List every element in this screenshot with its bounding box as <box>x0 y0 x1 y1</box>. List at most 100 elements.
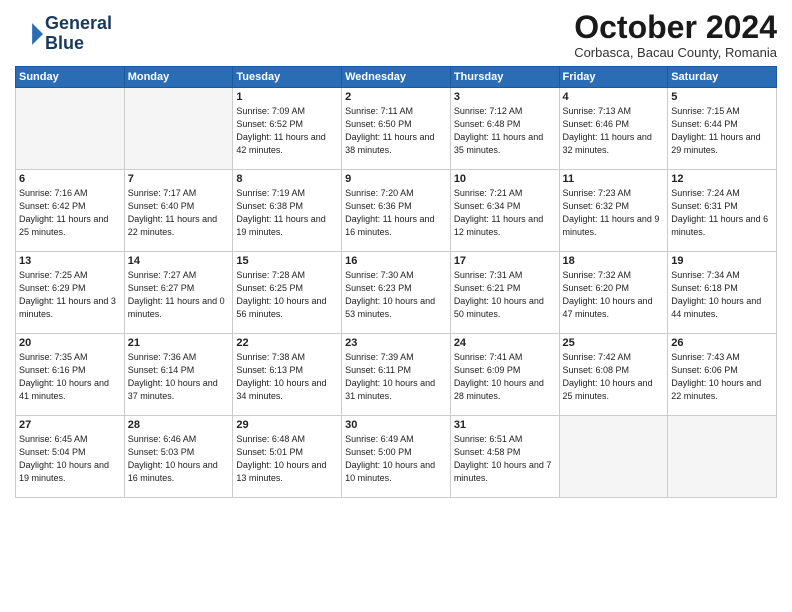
day-detail: Sunrise: 7:42 AMSunset: 6:08 PMDaylight:… <box>563 351 665 403</box>
calendar-week-row: 13Sunrise: 7:25 AMSunset: 6:29 PMDayligh… <box>16 252 777 334</box>
calendar-cell: 8 Sunrise: 7:19 AMSunset: 6:38 PMDaylight… <box>233 170 342 252</box>
day-number: 26 <box>671 337 773 349</box>
calendar-cell: 24 Sunrise: 7:41 AMSunset: 6:09 PMDayligh… <box>450 334 559 416</box>
calendar-cell: 3Sunrise: 7:12 AMSunset: 6:48 PMDaylight… <box>450 88 559 170</box>
day-detail: Sunrise: 7:34 AMSunset: 6:18 PMDaylight:… <box>671 269 773 321</box>
calendar-cell: 15Sunrise: 7:28 AMSunset: 6:25 PMDayligh… <box>233 252 342 334</box>
calendar-cell: 23 Sunrise: 7:39 AMSunset: 6:11 PMDayligh… <box>342 334 451 416</box>
calendar-cell: 12Sunrise: 7:24 AMSunset: 6:31 PMDayligh… <box>668 170 777 252</box>
calendar-cell: 4 Sunrise: 7:13 AMSunset: 6:46 PMDaylight… <box>559 88 668 170</box>
calendar-cell: 1 Sunrise: 7:09 AMSunset: 6:52 PMDaylight… <box>233 88 342 170</box>
calendar-cell: 26 Sunrise: 7:43 AMSunset: 6:06 PMDayligh… <box>668 334 777 416</box>
day-number: 7 <box>128 173 230 185</box>
day-detail: Sunrise: 7:36 AMSunset: 6:14 PMDaylight:… <box>128 351 230 403</box>
day-number: 31 <box>454 419 556 431</box>
day-detail: Sunrise: 7:23 AMSunset: 6:32 PMDaylight:… <box>563 187 665 239</box>
day-number: 18 <box>563 255 665 267</box>
day-detail: Sunrise: 7:43 AMSunset: 6:06 PMDaylight:… <box>671 351 773 403</box>
calendar-cell <box>668 416 777 498</box>
calendar-cell: 11 Sunrise: 7:23 AMSunset: 6:32 PMDayligh… <box>559 170 668 252</box>
calendar-cell <box>124 88 233 170</box>
day-detail: Sunrise: 6:49 AMSunset: 5:00 PMDaylight:… <box>345 433 447 485</box>
calendar-table: SundayMondayTuesdayWednesdayThursdayFrid… <box>15 66 777 498</box>
col-header-wednesday: Wednesday <box>342 67 451 88</box>
calendar-cell: 6 Sunrise: 7:16 AMSunset: 6:42 PMDaylight… <box>16 170 125 252</box>
day-number: 17 <box>454 255 556 267</box>
logo-line1: General <box>45 14 112 34</box>
calendar-header-row: SundayMondayTuesdayWednesdayThursdayFrid… <box>16 67 777 88</box>
day-detail: Sunrise: 7:13 AMSunset: 6:46 PMDaylight:… <box>563 105 665 157</box>
day-number: 23 <box>345 337 447 349</box>
calendar-cell: 20 Sunrise: 7:35 AMSunset: 6:16 PMDayligh… <box>16 334 125 416</box>
calendar-cell <box>559 416 668 498</box>
col-header-friday: Friday <box>559 67 668 88</box>
day-number: 25 <box>563 337 665 349</box>
logo-text: General Blue <box>45 14 112 54</box>
calendar-cell: 14 Sunrise: 7:27 AMSunset: 6:27 PMDayligh… <box>124 252 233 334</box>
location: Corbasca, Bacau County, Romania <box>574 45 777 60</box>
col-header-monday: Monday <box>124 67 233 88</box>
calendar-cell: 27 Sunrise: 6:45 AMSunset: 5:04 PMDayligh… <box>16 416 125 498</box>
header: General Blue October 2024 Corbasca, Baca… <box>15 10 777 60</box>
day-detail: Sunrise: 7:20 AMSunset: 6:36 PMDaylight:… <box>345 187 447 239</box>
day-number: 20 <box>19 337 121 349</box>
day-detail: Sunrise: 7:41 AMSunset: 6:09 PMDaylight:… <box>454 351 556 403</box>
day-detail: Sunrise: 7:35 AMSunset: 6:16 PMDaylight:… <box>19 351 121 403</box>
day-number: 27 <box>19 419 121 431</box>
day-number: 4 <box>563 91 665 103</box>
day-number: 11 <box>563 173 665 185</box>
calendar-cell: 19Sunrise: 7:34 AMSunset: 6:18 PMDayligh… <box>668 252 777 334</box>
calendar-cell: 22Sunrise: 7:38 AMSunset: 6:13 PMDayligh… <box>233 334 342 416</box>
logo: General Blue <box>15 14 112 54</box>
day-detail: Sunrise: 7:27 AMSunset: 6:27 PMDaylight:… <box>128 269 230 321</box>
calendar-week-row: 6 Sunrise: 7:16 AMSunset: 6:42 PMDaylight… <box>16 170 777 252</box>
day-number: 9 <box>345 173 447 185</box>
day-number: 24 <box>454 337 556 349</box>
col-header-saturday: Saturday <box>668 67 777 88</box>
day-detail: Sunrise: 6:51 AMSunset: 4:58 PMDaylight:… <box>454 433 556 485</box>
col-header-sunday: Sunday <box>16 67 125 88</box>
day-number: 1 <box>236 91 338 103</box>
day-detail: Sunrise: 7:39 AMSunset: 6:11 PMDaylight:… <box>345 351 447 403</box>
day-number: 8 <box>236 173 338 185</box>
day-detail: Sunrise: 7:17 AMSunset: 6:40 PMDaylight:… <box>128 187 230 239</box>
day-number: 10 <box>454 173 556 185</box>
calendar-week-row: 27 Sunrise: 6:45 AMSunset: 5:04 PMDayligh… <box>16 416 777 498</box>
day-number: 6 <box>19 173 121 185</box>
day-detail: Sunrise: 6:46 AMSunset: 5:03 PMDaylight:… <box>128 433 230 485</box>
calendar-week-row: 20 Sunrise: 7:35 AMSunset: 6:16 PMDayligh… <box>16 334 777 416</box>
day-detail: Sunrise: 7:11 AMSunset: 6:50 PMDaylight:… <box>345 105 447 157</box>
calendar-cell: 30Sunrise: 6:49 AMSunset: 5:00 PMDayligh… <box>342 416 451 498</box>
calendar-cell: 7 Sunrise: 7:17 AMSunset: 6:40 PMDaylight… <box>124 170 233 252</box>
calendar-cell: 21 Sunrise: 7:36 AMSunset: 6:14 PMDayligh… <box>124 334 233 416</box>
day-number: 16 <box>345 255 447 267</box>
day-number: 13 <box>19 255 121 267</box>
day-detail: Sunrise: 7:19 AMSunset: 6:38 PMDaylight:… <box>236 187 338 239</box>
calendar-cell: 10 Sunrise: 7:21 AMSunset: 6:34 PMDayligh… <box>450 170 559 252</box>
day-detail: Sunrise: 7:21 AMSunset: 6:34 PMDaylight:… <box>454 187 556 239</box>
col-header-tuesday: Tuesday <box>233 67 342 88</box>
page: General Blue October 2024 Corbasca, Baca… <box>0 0 792 612</box>
day-number: 3 <box>454 91 556 103</box>
month-title: October 2024 <box>574 10 777 45</box>
calendar-cell: 17 Sunrise: 7:31 AMSunset: 6:21 PMDayligh… <box>450 252 559 334</box>
day-detail: Sunrise: 7:31 AMSunset: 6:21 PMDaylight:… <box>454 269 556 321</box>
day-detail: Sunrise: 7:09 AMSunset: 6:52 PMDaylight:… <box>236 105 338 157</box>
day-detail: Sunrise: 7:30 AMSunset: 6:23 PMDaylight:… <box>345 269 447 321</box>
day-number: 28 <box>128 419 230 431</box>
day-detail: Sunrise: 7:32 AMSunset: 6:20 PMDaylight:… <box>563 269 665 321</box>
day-number: 29 <box>236 419 338 431</box>
calendar-cell: 18 Sunrise: 7:32 AMSunset: 6:20 PMDayligh… <box>559 252 668 334</box>
day-number: 14 <box>128 255 230 267</box>
calendar-cell: 5Sunrise: 7:15 AMSunset: 6:44 PMDaylight… <box>668 88 777 170</box>
logo-line2: Blue <box>45 34 112 54</box>
calendar-cell: 16 Sunrise: 7:30 AMSunset: 6:23 PMDayligh… <box>342 252 451 334</box>
title-block: October 2024 Corbasca, Bacau County, Rom… <box>574 10 777 60</box>
day-detail: Sunrise: 6:45 AMSunset: 5:04 PMDaylight:… <box>19 433 121 485</box>
day-detail: Sunrise: 7:16 AMSunset: 6:42 PMDaylight:… <box>19 187 121 239</box>
col-header-thursday: Thursday <box>450 67 559 88</box>
calendar-cell: 9 Sunrise: 7:20 AMSunset: 6:36 PMDaylight… <box>342 170 451 252</box>
day-detail: Sunrise: 6:48 AMSunset: 5:01 PMDaylight:… <box>236 433 338 485</box>
day-number: 22 <box>236 337 338 349</box>
day-number: 21 <box>128 337 230 349</box>
